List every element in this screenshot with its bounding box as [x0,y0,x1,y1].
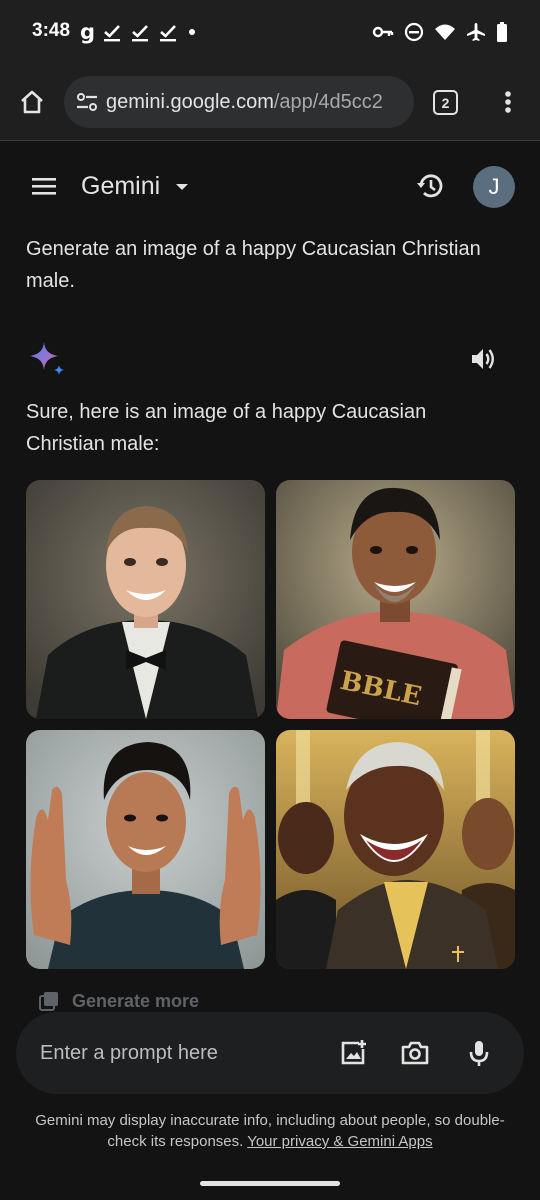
microphone-icon[interactable] [464,1038,494,1068]
check-icon [104,25,121,42]
gesture-nav-handle[interactable] [200,1181,340,1186]
add-image-icon[interactable] [338,1038,368,1068]
dot-icon [189,29,196,35]
status-system-icons [372,18,508,46]
app-header: Gemini J [0,142,540,230]
portrait-men-laughing-church [276,730,515,969]
generated-image-3[interactable] [26,730,265,969]
generate-more-label: Generate more [72,990,200,1011]
tab-switcher-button[interactable]: 2 [433,90,458,115]
status-notification-icons: g [80,18,199,46]
check-icon [160,25,177,42]
portrait-man-praying-hands [26,730,265,969]
url-bar[interactable]: gemini.google.com/app/4d5cc2 [64,76,414,128]
url-text: gemini.google.com/app/4d5cc2 [106,91,383,114]
url-path: /app/4d5cc2 [273,91,383,113]
prompt-input-bar [16,1012,524,1094]
menu-icon[interactable] [26,170,62,202]
generated-image-grid: BBLE [26,480,516,970]
browser-menu-button[interactable] [494,86,522,118]
more-vert-icon [505,91,511,113]
portrait-man-holding-bible: BBLE [276,480,515,719]
speaker-icon[interactable] [468,344,498,374]
check-icon [132,25,149,42]
generate-more-button[interactable]: Generate more [38,990,199,1012]
battery-icon [497,22,507,42]
status-time: 3:48 [32,20,71,41]
gemini-sparkle-icon [30,342,64,375]
home-icon [21,90,43,114]
generated-image-1[interactable] [26,480,265,719]
model-selector[interactable]: Gemini [81,172,160,201]
vpn-key-icon [372,26,394,38]
home-button[interactable] [14,84,50,120]
wifi-icon [435,24,455,40]
do-not-disturb-icon [404,22,424,42]
status-bar: 3:48 g [0,0,540,66]
disclaimer: Gemini may display inaccurate info, incl… [30,1110,510,1152]
airplane-icon [467,23,485,41]
url-domain: gemini.google.com [106,91,274,113]
generate-more-icon [39,992,58,1011]
account-avatar[interactable]: J [473,166,515,208]
portrait-man-tuxedo [26,480,265,719]
prompt-input[interactable] [40,1038,320,1068]
history-icon[interactable] [414,170,446,202]
privacy-link[interactable]: Your privacy & Gemini Apps [247,1133,432,1150]
site-settings-icon[interactable] [76,92,98,112]
browser-toolbar: gemini.google.com/app/4d5cc2 2 [0,66,540,141]
g-app-icon: g [80,20,96,44]
generated-image-2[interactable]: BBLE [276,480,515,719]
caret-down-icon[interactable] [174,182,190,192]
camera-icon[interactable] [400,1038,430,1068]
generated-image-4[interactable] [276,730,515,969]
user-prompt-text: Generate an image of a happy Caucasian C… [26,238,481,292]
response-text: Sure, here is an image of a happy Caucas… [26,401,427,455]
